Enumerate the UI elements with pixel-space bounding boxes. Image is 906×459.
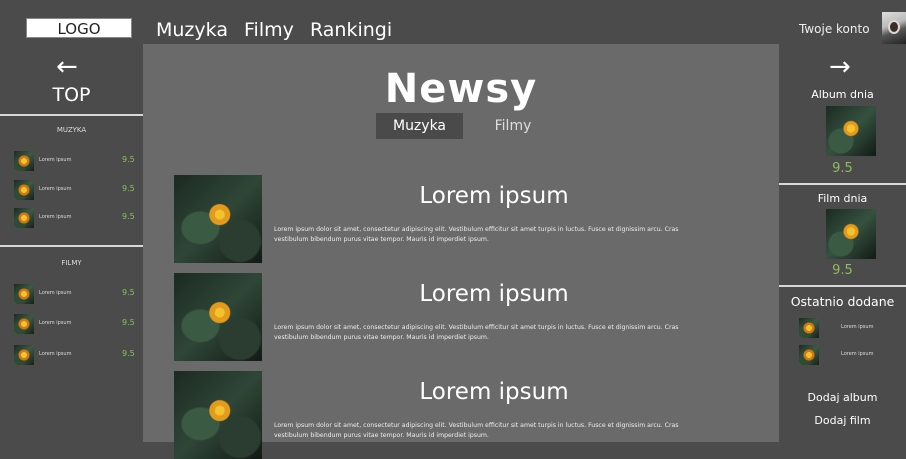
item-name: Lorem ipsum — [39, 290, 72, 296]
recently-added-title: Ostatnio dodane — [790, 294, 895, 309]
music-ranking-item[interactable]: Lorem ipsum 9.5 — [14, 208, 139, 228]
films-ranking-item[interactable]: Lorem ipsum 9.5 — [14, 314, 139, 334]
film-thumbnail — [14, 284, 34, 304]
news-title[interactable]: Lorem ipsum — [274, 281, 714, 307]
avatar[interactable] — [882, 12, 906, 44]
news-text: Lorem ipsum dolor sit amet, consectetur … — [274, 324, 679, 341]
news-image — [174, 175, 262, 263]
recent-thumbnail — [799, 318, 819, 338]
album-thumbnail — [14, 208, 34, 228]
album-thumbnail — [14, 180, 34, 200]
films-ranking-item[interactable]: Lorem ipsum 9.5 — [14, 284, 139, 304]
item-name: Lorem ipsum — [39, 157, 72, 163]
arrow-right-icon[interactable]: → — [829, 54, 851, 80]
recent-item[interactable]: Lorem ipsum — [799, 345, 899, 365]
item-score: 9.5 — [122, 184, 135, 193]
films-ranking-item[interactable]: Lorem ipsum 9.5 — [14, 345, 139, 365]
divider — [0, 245, 143, 247]
item-name: Lorem ipsum — [39, 186, 72, 192]
divider — [779, 183, 906, 185]
avatar-face-icon — [888, 20, 900, 34]
films-ranking-title: FILMY — [61, 259, 82, 267]
news-image — [174, 371, 262, 459]
nav-films[interactable]: Filmy — [244, 18, 294, 42]
top-bar: LOGO Muzyka Filmy Rankingi Twoje konto — [0, 0, 906, 44]
music-ranking-item[interactable]: Lorem ipsum 9.5 — [14, 180, 139, 200]
news-item[interactable]: Lorem ipsum Lorem ipsum dolor sit amet, … — [174, 371, 754, 459]
page-title: Newsy — [384, 66, 538, 112]
item-score: 9.5 — [122, 212, 135, 221]
news-item[interactable]: Lorem ipsum Lorem ipsum dolor sit amet, … — [174, 273, 754, 361]
album-thumbnail — [14, 151, 34, 171]
news-panel: Newsy Muzyka Filmy Lorem ipsum Lorem ips… — [143, 44, 779, 459]
news-image — [174, 273, 262, 361]
news-text: Lorem ipsum dolor sit amet, consectetur … — [274, 422, 679, 439]
add-album-link[interactable]: Dodaj album — [779, 391, 906, 404]
album-of-day-title: Album dnia — [811, 88, 874, 101]
tab-music[interactable]: Muzyka — [376, 113, 463, 139]
film-of-day-title: Film dnia — [817, 192, 868, 205]
film-thumbnail — [14, 345, 34, 365]
top-label: TOP — [52, 84, 91, 106]
recent-thumbnail — [799, 345, 819, 365]
item-score: 9.5 — [122, 349, 135, 358]
nav-rankings[interactable]: Rankingi — [310, 18, 392, 42]
add-film-link[interactable]: Dodaj film — [779, 414, 906, 427]
right-sidebar: → Album dnia 9.5 Film dnia 9.5 Ostatnio … — [779, 44, 906, 442]
music-ranking-item[interactable]: Lorem ipsum 9.5 — [14, 151, 139, 171]
divider — [779, 285, 906, 287]
item-name: Lorem ipsum — [841, 351, 874, 357]
news-item[interactable]: Lorem ipsum Lorem ipsum dolor sit amet, … — [174, 175, 754, 263]
item-name: Lorem ipsum — [39, 351, 72, 357]
album-of-day-image[interactable] — [826, 106, 876, 156]
item-score: 9.5 — [122, 318, 135, 327]
news-title[interactable]: Lorem ipsum — [274, 183, 714, 209]
item-score: 9.5 — [122, 288, 135, 297]
item-name: Lorem ipsum — [39, 214, 72, 220]
nav-music[interactable]: Muzyka — [156, 18, 228, 42]
album-of-day-score: 9.5 — [832, 161, 853, 176]
film-of-day-image[interactable] — [826, 209, 876, 259]
arrow-left-icon[interactable]: ← — [56, 54, 78, 80]
news-title[interactable]: Lorem ipsum — [274, 379, 714, 405]
divider — [0, 114, 143, 116]
left-sidebar: ← TOP MUZYKA Lorem ipsum 9.5 Lorem ipsum… — [0, 44, 143, 442]
item-name: Lorem ipsum — [841, 324, 874, 330]
logo[interactable]: LOGO — [26, 18, 132, 38]
news-text: Lorem ipsum dolor sit amet, consectetur … — [274, 226, 679, 243]
film-thumbnail — [14, 314, 34, 334]
recent-item[interactable]: Lorem ipsum — [799, 318, 899, 338]
item-score: 9.5 — [122, 155, 135, 164]
item-name: Lorem ipsum — [39, 320, 72, 326]
tab-films[interactable]: Filmy — [483, 113, 543, 139]
film-of-day-score: 9.5 — [832, 263, 853, 278]
music-ranking-title: MUZYKA — [56, 126, 87, 134]
account-link[interactable]: Twoje konto — [799, 22, 870, 36]
